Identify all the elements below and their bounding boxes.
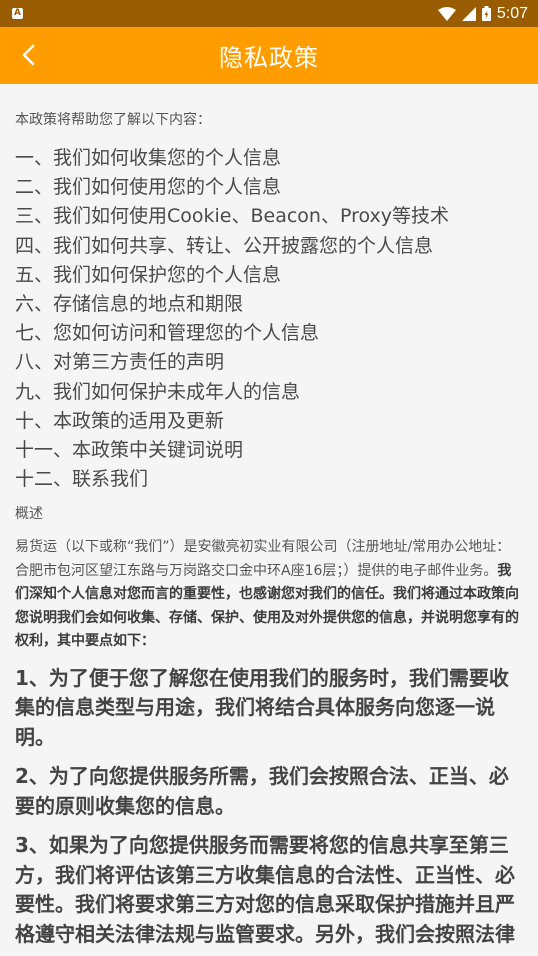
toc-item: 六、存储信息的地点和期限 (15, 293, 244, 316)
toc-item: 四、我们如何共享、转让、公开披露您的个人信息 (15, 234, 434, 257)
toc-item: 七、您如何访问和管理您的个人信息 (15, 322, 320, 345)
overview-text: 易货运（以下或称“我们”）是安徽亮初实业有限公司（注册地址/常用办公地址：合肥市… (15, 539, 511, 579)
overview-heading: 概述 (15, 506, 43, 523)
status-bar: A 5:07 (0, 0, 538, 27)
toc-item: 九、我们如何保护未成年人的信息 (15, 380, 301, 403)
toc-item: 八、对第三方责任的声明 (15, 351, 225, 374)
intro-text: 本政策将帮助您了解以下内容： (15, 112, 211, 128)
back-arrow-icon (22, 44, 35, 66)
status-left: A (12, 8, 23, 19)
app-notification-icon: A (12, 8, 23, 19)
key-point: 1、为了便于您了解您在使用我们的服务时，我们需要收集的信息类型与用途，我们将结合… (15, 665, 509, 749)
page-title: 隐私政策 (219, 44, 319, 72)
toc-item: 三、我们如何使用Cookie、Beacon、Proxy等技术 (15, 205, 450, 228)
status-right: 5:07 (437, 4, 528, 23)
toc-item: 十一、本政策中关键词说明 (15, 439, 244, 462)
table-of-contents: 一、我们如何收集您的个人信息 二、我们如何使用您的个人信息 三、我们如何使用Co… (15, 144, 524, 494)
key-point: 3、如果为了向您提供服务而需要将您的信息共享至第三方，我们将评估该第三方收集信息… (15, 833, 515, 946)
toc-item: 五、我们如何保护您的个人信息 (15, 263, 282, 286)
toc-item: 一、我们如何收集您的个人信息 (15, 147, 282, 169)
toc-item: 十二、联系我们 (15, 468, 149, 491)
toc-item: 二、我们如何使用您的个人信息 (15, 176, 282, 199)
overview-paragraph: 易货运（以下或称“我们”）是安徽亮初实业有限公司（注册地址/常用办公地址：合肥市… (15, 536, 524, 654)
status-time: 5:07 (496, 4, 528, 22)
app-bar: 隐私政策 (0, 27, 538, 84)
back-button[interactable] (14, 41, 42, 69)
key-point: 2、为了向您提供服务所需，我们会按照合法、正当、必要的原则收集您的信息。 (15, 764, 509, 818)
policy-content[interactable]: 本政策将帮助您了解以下内容： 一、我们如何收集您的个人信息 二、我们如何使用您的… (0, 110, 538, 949)
toc-item: 十、本政策的适用及更新 (15, 409, 225, 432)
signal-icon (461, 6, 476, 21)
wifi-icon (437, 6, 456, 21)
battery-icon (481, 6, 491, 21)
